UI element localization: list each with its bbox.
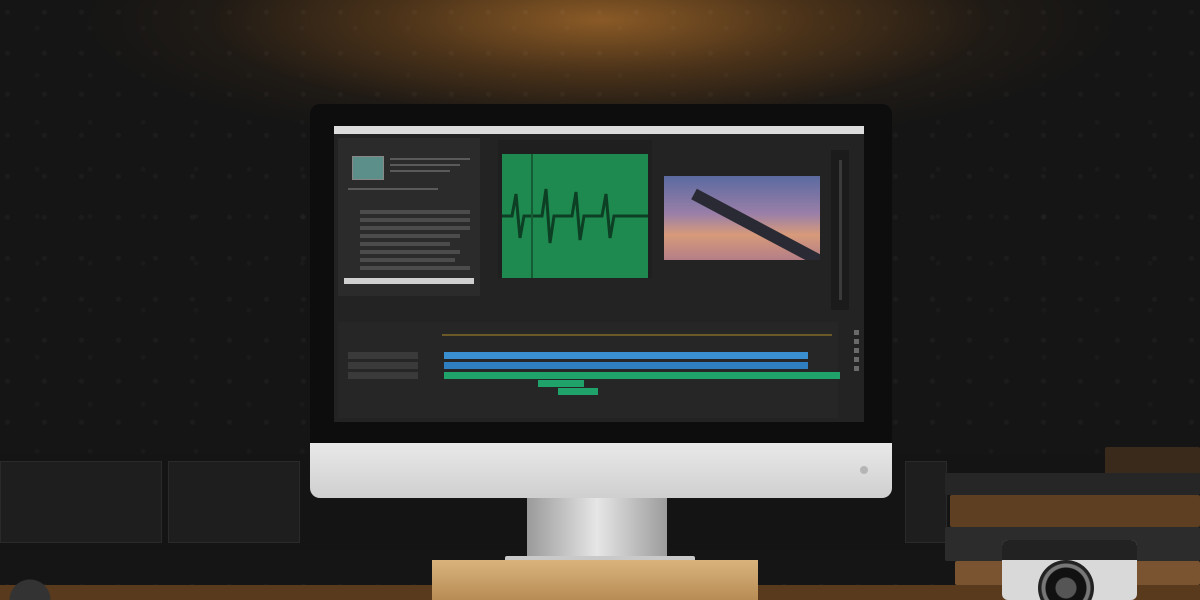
meta-line [348, 188, 438, 190]
monitor-chin [310, 443, 892, 498]
app-titlebar [334, 126, 864, 134]
video-track-clip[interactable] [444, 362, 808, 369]
clip-thumbnail [352, 156, 384, 180]
audio-track-clip[interactable] [558, 388, 598, 395]
list-item[interactable] [360, 210, 470, 214]
audio-meter [831, 150, 849, 310]
camera-top [1002, 540, 1137, 560]
tool-icon[interactable] [853, 357, 859, 362]
list-item[interactable] [360, 250, 460, 254]
audio-waveform [502, 154, 648, 278]
shelf-cube [0, 461, 162, 543]
waveform-graphic [502, 154, 648, 278]
shelf-cube [905, 461, 947, 543]
list-item[interactable] [360, 258, 455, 262]
shelf-cube [168, 461, 300, 543]
tool-icon[interactable] [853, 348, 859, 353]
monitor-stand-neck [527, 498, 667, 562]
meta-line [390, 158, 470, 160]
track-header [348, 372, 418, 379]
video-track-clip[interactable] [444, 352, 808, 359]
project-panel [338, 138, 480, 296]
tool-icon[interactable] [853, 330, 859, 335]
time-ruler [442, 334, 832, 336]
camera-icon [1002, 540, 1137, 600]
audio-track-clip[interactable] [538, 380, 584, 387]
photo-scene [0, 0, 1200, 600]
meta-line [390, 170, 450, 172]
meter-bar [839, 160, 842, 300]
wooden-riser [432, 560, 758, 600]
camera-lens [1038, 560, 1094, 600]
list-item[interactable] [360, 266, 470, 270]
selected-list-item[interactable] [344, 278, 474, 284]
book [945, 473, 1200, 495]
tool-icon[interactable] [853, 366, 859, 371]
tool-icon[interactable] [853, 339, 859, 344]
list-item[interactable] [360, 218, 470, 222]
audio-track-clip[interactable] [444, 372, 840, 379]
track-header [348, 362, 418, 369]
camera-left-edge [0, 575, 68, 600]
list-item[interactable] [360, 226, 470, 230]
power-icon [860, 466, 868, 474]
book [1105, 447, 1200, 475]
list-item[interactable] [360, 242, 450, 246]
meta-line [390, 164, 460, 166]
tools-column [851, 326, 861, 410]
program-monitor [664, 176, 820, 260]
list-item[interactable] [360, 234, 460, 238]
source-monitor [498, 140, 652, 278]
editing-app-screen [334, 126, 864, 422]
book [950, 495, 1200, 527]
timeline-panel [338, 322, 840, 418]
track-header [348, 352, 418, 359]
